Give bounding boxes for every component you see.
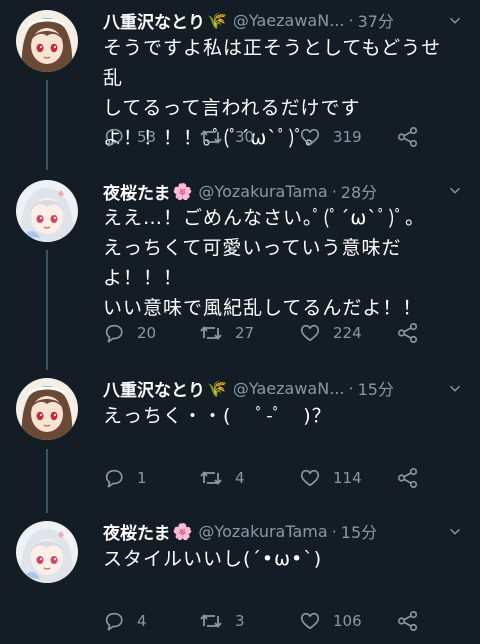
share-button[interactable] bbox=[397, 464, 431, 492]
separator-dot: · bbox=[331, 521, 337, 541]
tweet-actions: 53 30 319 bbox=[103, 123, 433, 151]
heart-icon bbox=[299, 610, 321, 632]
reply-icon bbox=[103, 610, 125, 632]
retweet-count: 3 bbox=[235, 612, 245, 630]
tweet-header: 八重沢なとり 🌾 @YaezawaN... · 37分 bbox=[103, 6, 466, 34]
retweet-count: 27 bbox=[235, 324, 255, 342]
tweet-header: 八重沢なとり 🌾 @YaezawaN... · 15分 bbox=[103, 374, 466, 402]
share-button[interactable] bbox=[397, 607, 431, 635]
username-handle[interactable]: @YozakuraTama bbox=[198, 182, 327, 201]
tweet-text: ええ…！ごめんなさい｡ﾟ(ﾟ´ω`ﾟ)ﾟ｡ えっちくて可愛いっていう意味だ よ！… bbox=[103, 207, 423, 319]
avatar[interactable] bbox=[16, 10, 78, 72]
tweet-actions: 4 3 106 bbox=[103, 607, 433, 635]
reply-count: 4 bbox=[137, 612, 147, 630]
retweet-button[interactable]: 4 bbox=[199, 464, 245, 492]
retweet-icon bbox=[199, 321, 223, 345]
like-count: 224 bbox=[333, 324, 362, 342]
share-icon bbox=[397, 610, 419, 632]
heart-icon bbox=[299, 322, 321, 344]
separator-dot: · bbox=[331, 181, 337, 201]
tweet-text: スタイルいいし(´•ω•`) bbox=[103, 548, 323, 570]
like-count: 106 bbox=[333, 612, 362, 630]
separator-dot: · bbox=[348, 378, 354, 398]
tweet[interactable]: 夜桜たま 🌸 @YozakuraTama · 28分 ええ…！ごめんなさい｡ﾟ(… bbox=[0, 170, 480, 360]
retweet-icon bbox=[199, 466, 223, 490]
brown-hair-girl-avatar-icon bbox=[16, 378, 78, 440]
cherry-blossom-emoji-icon: 🌸 bbox=[172, 181, 193, 201]
display-name[interactable]: 夜桜たま bbox=[103, 179, 171, 204]
chevron-down-icon[interactable] bbox=[448, 382, 462, 396]
reply-count: 20 bbox=[137, 324, 157, 342]
like-button[interactable]: 114 bbox=[299, 464, 362, 492]
timestamp[interactable]: 15分 bbox=[341, 519, 377, 543]
tweet[interactable]: 八重沢なとり 🌾 @YaezawaN... · 37分 そうですよ私は正そうとし… bbox=[0, 0, 480, 160]
share-icon bbox=[397, 126, 419, 148]
retweet-icon bbox=[199, 609, 223, 633]
retweet-icon bbox=[199, 125, 223, 149]
like-button[interactable]: 319 bbox=[299, 123, 362, 151]
reply-icon bbox=[103, 322, 125, 344]
share-icon bbox=[397, 467, 419, 489]
username-handle[interactable]: @YaezawaN... bbox=[233, 11, 345, 30]
reply-button[interactable]: 4 bbox=[103, 607, 147, 635]
share-button[interactable] bbox=[397, 123, 431, 151]
retweet-count: 30 bbox=[235, 128, 255, 146]
reply-button[interactable]: 53 bbox=[103, 123, 156, 151]
retweet-button[interactable]: 27 bbox=[199, 319, 254, 347]
reply-button[interactable]: 20 bbox=[103, 319, 156, 347]
display-name[interactable]: 八重沢なとり bbox=[103, 8, 205, 33]
reply-count: 53 bbox=[137, 128, 157, 146]
reply-count: 1 bbox=[137, 469, 147, 487]
timestamp[interactable]: 15分 bbox=[358, 376, 394, 400]
tweet[interactable]: 八重沢なとり 🌾 @YaezawaN... · 15分 えっちく・・( ﾟ-ﾟ … bbox=[0, 370, 480, 505]
brown-hair-girl-avatar-icon bbox=[16, 10, 78, 72]
wheat-emoji-icon: 🌾 bbox=[207, 378, 227, 398]
retweet-count: 4 bbox=[235, 469, 245, 487]
tweet-header: 夜桜たま 🌸 @YozakuraTama · 15分 bbox=[103, 517, 466, 545]
like-button[interactable]: 106 bbox=[299, 607, 362, 635]
white-hair-girl-avatar-icon bbox=[16, 521, 78, 583]
avatar[interactable] bbox=[16, 521, 78, 583]
tweet-header: 夜桜たま 🌸 @YozakuraTama · 28分 bbox=[103, 177, 466, 205]
like-button[interactable]: 224 bbox=[299, 319, 362, 347]
retweet-button[interactable]: 3 bbox=[199, 607, 245, 635]
cherry-blossom-emoji-icon: 🌸 bbox=[172, 521, 193, 541]
username-handle[interactable]: @YozakuraTama bbox=[198, 522, 327, 541]
tweet-actions: 20 27 224 bbox=[103, 319, 433, 347]
like-count: 319 bbox=[333, 128, 362, 146]
chevron-down-icon[interactable] bbox=[448, 525, 462, 539]
tweet[interactable]: 夜桜たま 🌸 @YozakuraTama · 15分 スタイルいいし(´•ω•`… bbox=[0, 513, 480, 644]
share-icon bbox=[397, 322, 419, 344]
tweet-actions: 1 4 114 bbox=[103, 464, 433, 492]
username-handle[interactable]: @YaezawaN... bbox=[233, 379, 345, 398]
chevron-down-icon[interactable] bbox=[448, 14, 462, 28]
reply-icon bbox=[103, 467, 125, 489]
reply-icon bbox=[103, 126, 125, 148]
wheat-emoji-icon: 🌾 bbox=[207, 10, 227, 30]
avatar[interactable] bbox=[16, 378, 78, 440]
heart-icon bbox=[299, 126, 321, 148]
heart-icon bbox=[299, 467, 321, 489]
timestamp[interactable]: 28分 bbox=[341, 179, 377, 203]
tweet-text: えっちく・・( ﾟ-ﾟ )？ bbox=[103, 405, 332, 427]
share-button[interactable] bbox=[397, 319, 431, 347]
reply-button[interactable]: 1 bbox=[103, 464, 147, 492]
retweet-button[interactable]: 30 bbox=[199, 123, 254, 151]
timestamp[interactable]: 37分 bbox=[358, 8, 394, 32]
chevron-down-icon[interactable] bbox=[448, 184, 462, 198]
separator-dot: · bbox=[348, 10, 354, 30]
like-count: 114 bbox=[333, 469, 362, 487]
display-name[interactable]: 八重沢なとり bbox=[103, 376, 205, 401]
display-name[interactable]: 夜桜たま bbox=[103, 519, 171, 544]
white-hair-girl-avatar-icon bbox=[16, 180, 78, 242]
avatar[interactable] bbox=[16, 180, 78, 242]
